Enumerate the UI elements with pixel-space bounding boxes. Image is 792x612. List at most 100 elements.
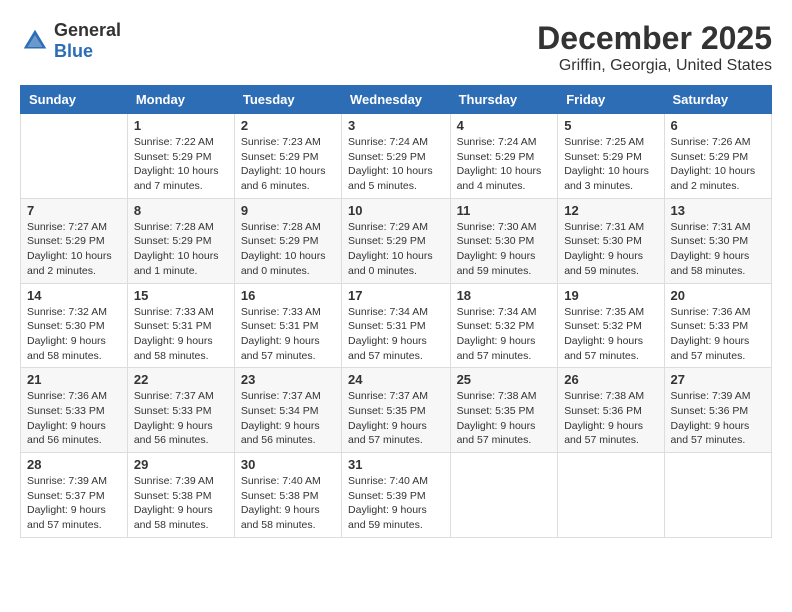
cell-day-number: 16 <box>241 288 335 303</box>
cell-info: Sunrise: 7:34 AM Sunset: 5:31 PM Dayligh… <box>348 305 444 364</box>
cell-day-number: 25 <box>457 372 552 387</box>
cell-day-number: 22 <box>134 372 228 387</box>
calendar-cell: 30Sunrise: 7:40 AM Sunset: 5:38 PM Dayli… <box>234 453 341 538</box>
calendar-cell: 5 Sunrise: 7:25 AM Sunset: 5:29 PM Daylig… <box>558 114 664 199</box>
cell-day-number: 31 <box>348 457 444 472</box>
calendar-cell: 31 Sunrise: 7:40 AM Sunset: 5:39 PM Dayli… <box>342 453 451 538</box>
cell-info: Sunrise: 7:31 AM Sunset: 5:30 PM Dayligh… <box>671 220 765 279</box>
calendar-cell: 29 Sunrise: 7:39 AM Sunset: 5:38 PM Dayli… <box>127 453 234 538</box>
cell-day-number: 19 <box>564 288 657 303</box>
calendar-row: 14 Sunrise: 7:32 AM Sunset: 5:30 PM Dayli… <box>21 283 772 368</box>
cell-info: Sunrise: 7:37 AM Sunset: 5:34 PM Dayligh… <box>241 389 335 448</box>
cell-info: Sunrise: 7:25 AM Sunset: 5:29 PM Dayligh… <box>564 135 657 194</box>
cell-info: Sunrise: 7:38 AM Sunset: 5:36 PM Dayligh… <box>564 389 657 448</box>
calendar-row: 1 Sunrise: 7:22 AM Sunset: 5:29 PM Daylig… <box>21 114 772 199</box>
cell-day-number: 18 <box>457 288 552 303</box>
col-header-monday: Monday <box>127 86 234 114</box>
cell-info: Sunrise: 7:39 AM Sunset: 5:37 PM Dayligh… <box>27 474 121 533</box>
cell-day-number: 14 <box>27 288 121 303</box>
cell-info: Sunrise: 7:28 AM Sunset: 5:29 PM Dayligh… <box>241 220 335 279</box>
cell-info: Sunrise: 7:31 AM Sunset: 5:30 PM Dayligh… <box>564 220 657 279</box>
calendar-cell: 12 Sunrise: 7:31 AM Sunset: 5:30 PM Dayli… <box>558 198 664 283</box>
cell-info: Sunrise: 7:34 AM Sunset: 5:32 PM Dayligh… <box>457 305 552 364</box>
calendar-cell <box>21 114 128 199</box>
calendar-row: 28Sunrise: 7:39 AM Sunset: 5:37 PM Dayli… <box>21 453 772 538</box>
calendar-cell: 3 Sunrise: 7:24 AM Sunset: 5:29 PM Daylig… <box>342 114 451 199</box>
calendar-cell: 14 Sunrise: 7:32 AM Sunset: 5:30 PM Dayli… <box>21 283 128 368</box>
calendar-cell: 7 Sunrise: 7:27 AM Sunset: 5:29 PM Daylig… <box>21 198 128 283</box>
month-title: December 2025 <box>537 20 772 57</box>
title-area: December 2025 Griffin, Georgia, United S… <box>537 20 772 75</box>
calendar-table: SundayMondayTuesdayWednesdayThursdayFrid… <box>20 85 772 538</box>
cell-day-number: 1 <box>134 118 228 133</box>
cell-day-number: 12 <box>564 203 657 218</box>
calendar-cell: 16 Sunrise: 7:33 AM Sunset: 5:31 PM Dayli… <box>234 283 341 368</box>
calendar-cell <box>450 453 558 538</box>
calendar-cell: 22 Sunrise: 7:37 AM Sunset: 5:33 PM Dayli… <box>127 368 234 453</box>
cell-day-number: 7 <box>27 203 121 218</box>
cell-day-number: 29 <box>134 457 228 472</box>
cell-info: Sunrise: 7:39 AM Sunset: 5:38 PM Dayligh… <box>134 474 228 533</box>
calendar-cell: 19 Sunrise: 7:35 AM Sunset: 5:32 PM Dayli… <box>558 283 664 368</box>
calendar-cell: 27 Sunrise: 7:39 AM Sunset: 5:36 PM Dayli… <box>664 368 771 453</box>
calendar-cell: 20 Sunrise: 7:36 AM Sunset: 5:33 PM Dayli… <box>664 283 771 368</box>
logo-text-general: General <box>54 20 121 40</box>
page-header: General Blue December 2025 Griffin, Geor… <box>20 20 772 75</box>
cell-info: Sunrise: 7:33 AM Sunset: 5:31 PM Dayligh… <box>241 305 335 364</box>
cell-day-number: 9 <box>241 203 335 218</box>
calendar-cell: 11 Sunrise: 7:30 AM Sunset: 5:30 PM Dayli… <box>450 198 558 283</box>
cell-info: Sunrise: 7:39 AM Sunset: 5:36 PM Dayligh… <box>671 389 765 448</box>
cell-day-number: 6 <box>671 118 765 133</box>
cell-info: Sunrise: 7:38 AM Sunset: 5:35 PM Dayligh… <box>457 389 552 448</box>
calendar-cell: 13Sunrise: 7:31 AM Sunset: 5:30 PM Dayli… <box>664 198 771 283</box>
calendar-row: 21 Sunrise: 7:36 AM Sunset: 5:33 PM Dayli… <box>21 368 772 453</box>
cell-info: Sunrise: 7:32 AM Sunset: 5:30 PM Dayligh… <box>27 305 121 364</box>
cell-day-number: 15 <box>134 288 228 303</box>
cell-info: Sunrise: 7:26 AM Sunset: 5:29 PM Dayligh… <box>671 135 765 194</box>
cell-info: Sunrise: 7:35 AM Sunset: 5:32 PM Dayligh… <box>564 305 657 364</box>
col-header-sunday: Sunday <box>21 86 128 114</box>
calendar-cell: 4 Sunrise: 7:24 AM Sunset: 5:29 PM Daylig… <box>450 114 558 199</box>
calendar-cell: 28Sunrise: 7:39 AM Sunset: 5:37 PM Dayli… <box>21 453 128 538</box>
cell-info: Sunrise: 7:24 AM Sunset: 5:29 PM Dayligh… <box>457 135 552 194</box>
cell-day-number: 11 <box>457 203 552 218</box>
cell-day-number: 3 <box>348 118 444 133</box>
cell-info: Sunrise: 7:36 AM Sunset: 5:33 PM Dayligh… <box>27 389 121 448</box>
cell-day-number: 8 <box>134 203 228 218</box>
cell-info: Sunrise: 7:24 AM Sunset: 5:29 PM Dayligh… <box>348 135 444 194</box>
cell-info: Sunrise: 7:27 AM Sunset: 5:29 PM Dayligh… <box>27 220 121 279</box>
cell-day-number: 20 <box>671 288 765 303</box>
calendar-cell: 18 Sunrise: 7:34 AM Sunset: 5:32 PM Dayli… <box>450 283 558 368</box>
cell-day-number: 10 <box>348 203 444 218</box>
col-header-thursday: Thursday <box>450 86 558 114</box>
calendar-cell: 10 Sunrise: 7:29 AM Sunset: 5:29 PM Dayli… <box>342 198 451 283</box>
calendar-cell: 2Sunrise: 7:23 AM Sunset: 5:29 PM Daylig… <box>234 114 341 199</box>
cell-day-number: 4 <box>457 118 552 133</box>
calendar-cell: 23 Sunrise: 7:37 AM Sunset: 5:34 PM Dayli… <box>234 368 341 453</box>
cell-info: Sunrise: 7:30 AM Sunset: 5:30 PM Dayligh… <box>457 220 552 279</box>
logo-icon <box>20 26 50 56</box>
cell-day-number: 27 <box>671 372 765 387</box>
cell-info: Sunrise: 7:28 AM Sunset: 5:29 PM Dayligh… <box>134 220 228 279</box>
location: Griffin, Georgia, United States <box>537 57 772 75</box>
cell-day-number: 30 <box>241 457 335 472</box>
logo: General Blue <box>20 20 121 62</box>
calendar-cell <box>664 453 771 538</box>
cell-info: Sunrise: 7:40 AM Sunset: 5:39 PM Dayligh… <box>348 474 444 533</box>
cell-day-number: 21 <box>27 372 121 387</box>
calendar-cell: 24Sunrise: 7:37 AM Sunset: 5:35 PM Dayli… <box>342 368 451 453</box>
calendar-cell: 26Sunrise: 7:38 AM Sunset: 5:36 PM Dayli… <box>558 368 664 453</box>
calendar-header-row: SundayMondayTuesdayWednesdayThursdayFrid… <box>21 86 772 114</box>
cell-info: Sunrise: 7:37 AM Sunset: 5:33 PM Dayligh… <box>134 389 228 448</box>
cell-day-number: 23 <box>241 372 335 387</box>
cell-info: Sunrise: 7:22 AM Sunset: 5:29 PM Dayligh… <box>134 135 228 194</box>
cell-info: Sunrise: 7:36 AM Sunset: 5:33 PM Dayligh… <box>671 305 765 364</box>
cell-info: Sunrise: 7:33 AM Sunset: 5:31 PM Dayligh… <box>134 305 228 364</box>
cell-info: Sunrise: 7:29 AM Sunset: 5:29 PM Dayligh… <box>348 220 444 279</box>
calendar-cell: 15 Sunrise: 7:33 AM Sunset: 5:31 PM Dayli… <box>127 283 234 368</box>
cell-day-number: 5 <box>564 118 657 133</box>
col-header-tuesday: Tuesday <box>234 86 341 114</box>
col-header-wednesday: Wednesday <box>342 86 451 114</box>
calendar-cell: 21 Sunrise: 7:36 AM Sunset: 5:33 PM Dayli… <box>21 368 128 453</box>
calendar-cell: 25 Sunrise: 7:38 AM Sunset: 5:35 PM Dayli… <box>450 368 558 453</box>
